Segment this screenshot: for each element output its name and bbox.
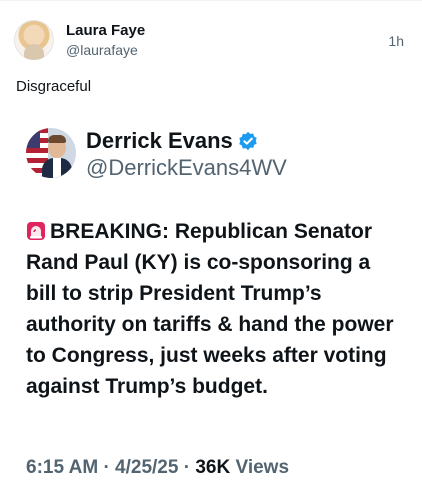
author-name[interactable]: Laura Faye: [66, 22, 145, 39]
quoted-body-text: BREAKING: Republican Senator Rand Paul (…: [26, 220, 394, 398]
quoted-meta: 6:15 AM · 4/25/25 · 36K Views: [26, 457, 289, 479]
post-text: Disgraceful: [16, 78, 92, 95]
meta-separator: ·: [103, 457, 110, 478]
quoted-author-name[interactable]: Derrick Evans: [86, 128, 233, 153]
verified-badge-icon: [239, 131, 257, 151]
author-handle[interactable]: @laurafaye: [66, 42, 138, 58]
quoted-time[interactable]: 6:15 AM: [26, 457, 98, 478]
post-timestamp[interactable]: 1h: [388, 33, 404, 49]
quoted-author-handle[interactable]: @DerrickEvans4WV: [86, 155, 287, 181]
views-count[interactable]: 36K: [195, 457, 230, 478]
quoted-body: BREAKING: Republican Senator Rand Paul (…: [26, 216, 406, 402]
avatar[interactable]: [14, 20, 54, 60]
quoted-author-row: Derrick Evans: [86, 128, 258, 154]
quoted-avatar[interactable]: [26, 128, 76, 178]
top-divider: [0, 0, 422, 1]
post-header: Laura Faye @laurafaye 1h: [14, 20, 408, 64]
views-label: Views: [235, 457, 290, 478]
meta-separator-2: ·: [183, 457, 191, 478]
quoted-date[interactable]: 4/25/25: [115, 457, 178, 478]
siren-icon: [27, 222, 45, 240]
